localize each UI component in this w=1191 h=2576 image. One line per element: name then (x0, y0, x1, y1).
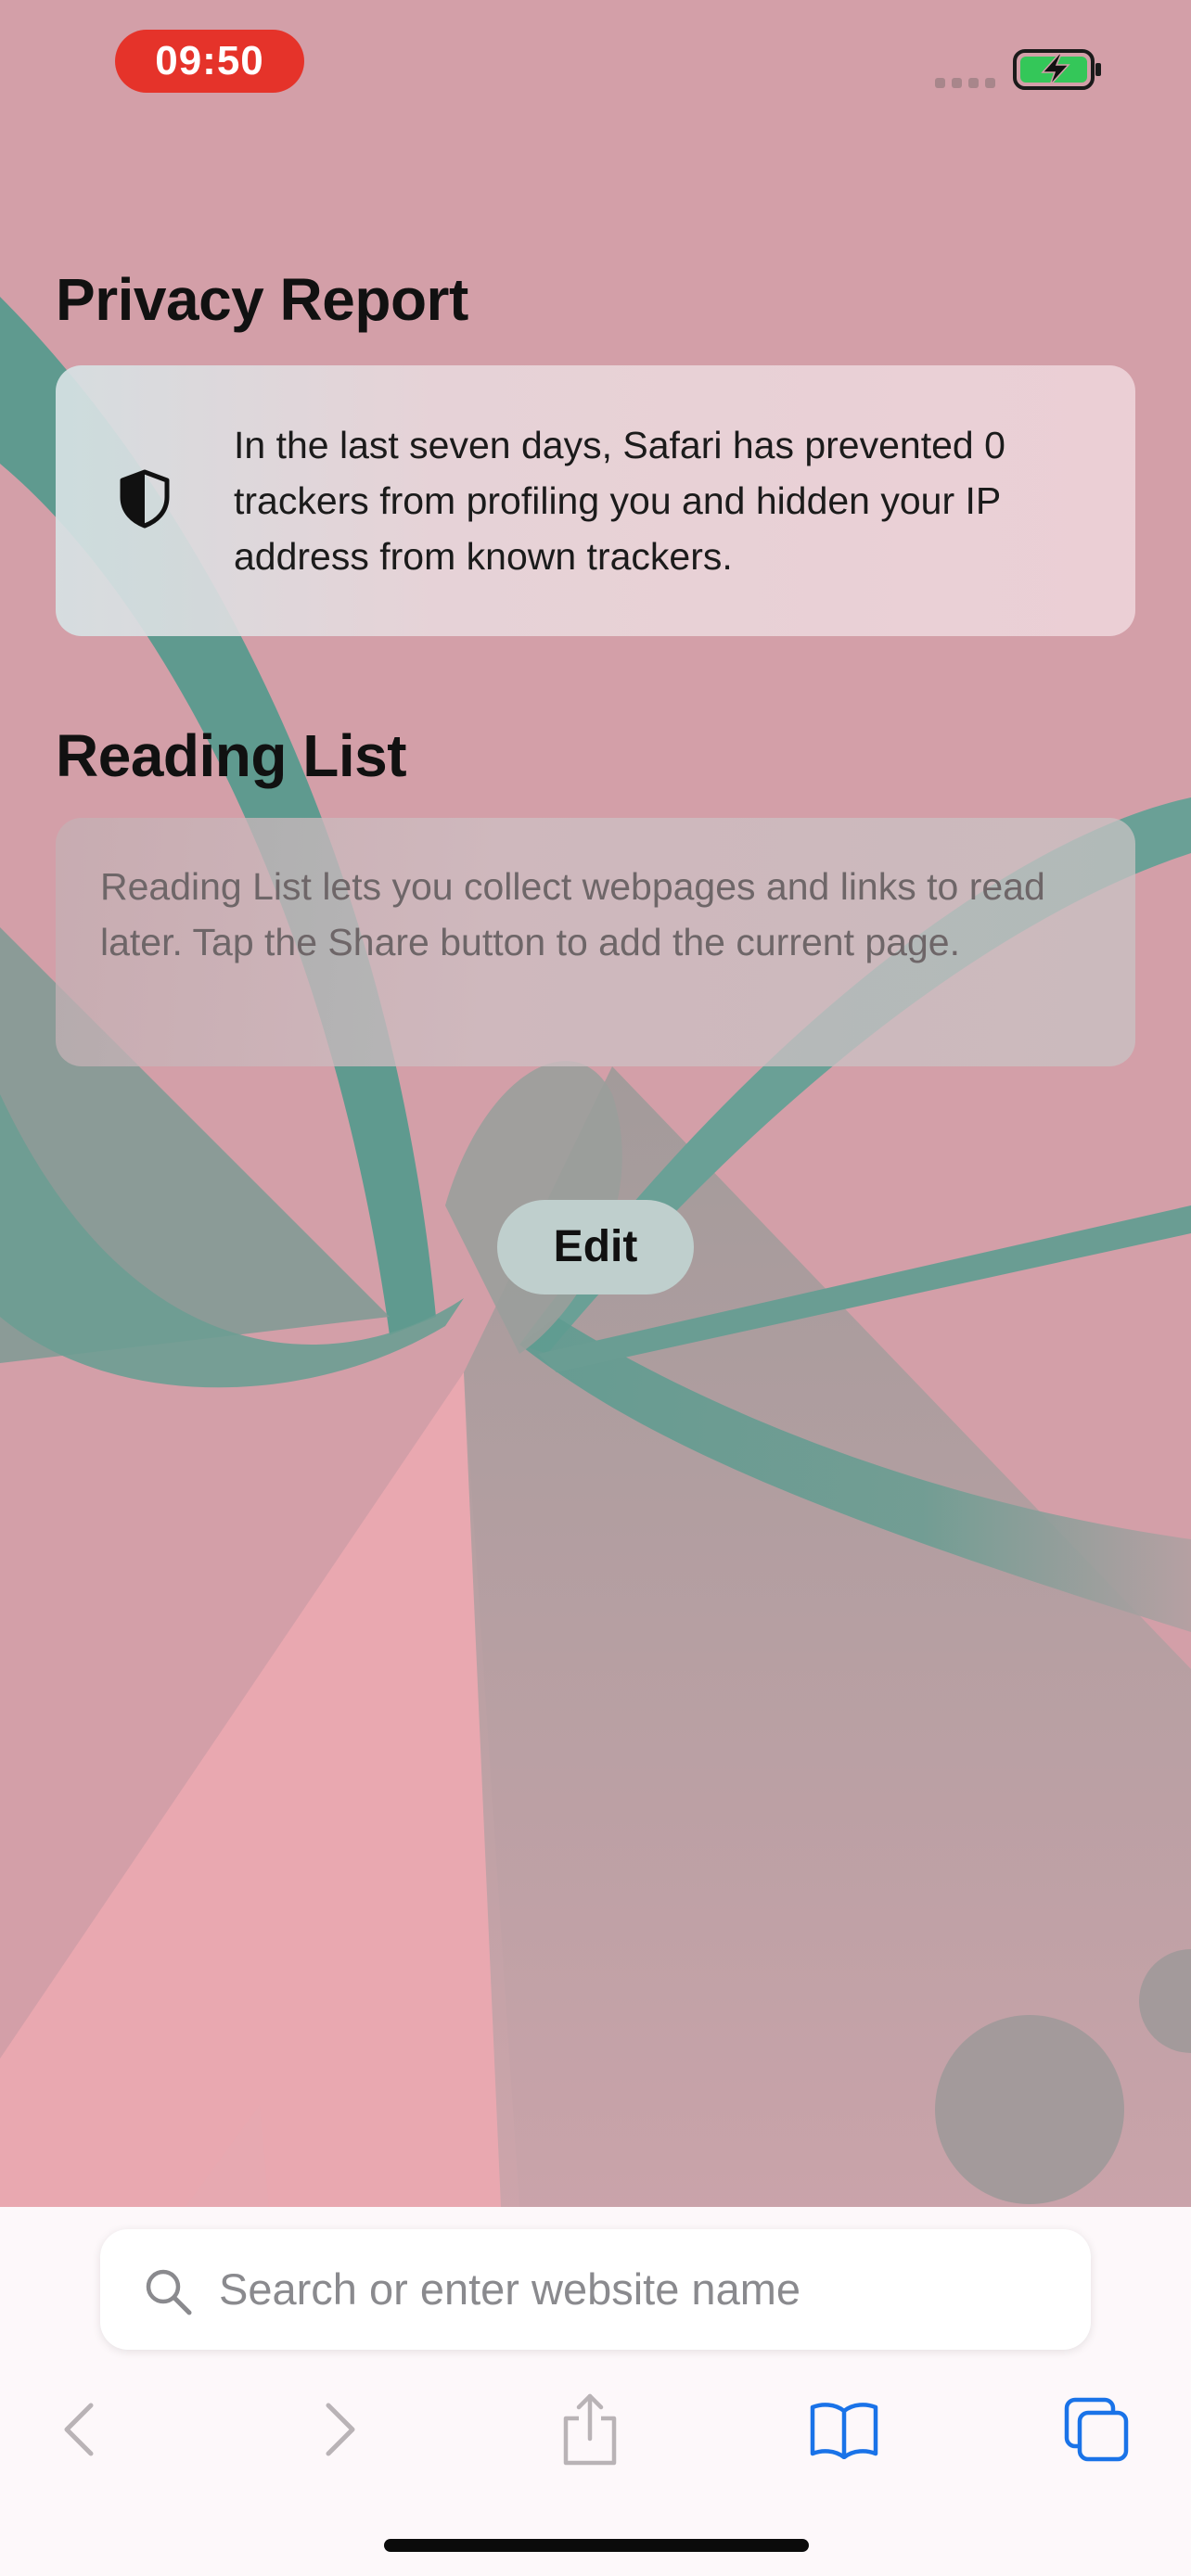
back-button[interactable] (24, 2374, 135, 2485)
signal-dots-icon (935, 78, 995, 88)
privacy-report-message: In the last seven days, Safari has preve… (234, 424, 1005, 578)
privacy-report-title: Privacy Report (56, 266, 468, 333)
back-icon (64, 2403, 94, 2456)
share-button[interactable] (534, 2374, 646, 2485)
edit-button[interactable]: Edit (497, 1200, 694, 1294)
reading-list-title: Reading List (56, 722, 407, 789)
forward-icon (326, 2403, 355, 2456)
home-indicator (384, 2539, 809, 2552)
bookmarks-icon (810, 2403, 878, 2459)
tabs-button[interactable] (1041, 2374, 1152, 2485)
privacy-report-card[interactable]: In the last seven days, Safari has preve… (56, 365, 1135, 636)
status-time: 09:50 (115, 30, 304, 93)
tabs-icon (1064, 2397, 1129, 2462)
bookmarks-button[interactable] (788, 2374, 900, 2485)
shield-icon (120, 469, 170, 529)
forward-button[interactable] (284, 2374, 395, 2485)
search-input[interactable]: Search or enter website name (100, 2229, 1091, 2350)
search-placeholder: Search or enter website name (219, 2264, 800, 2314)
reading-list-card: Reading List lets you collect webpages a… (56, 818, 1135, 1066)
bottom-toolbar: Search or enter website name (0, 2207, 1191, 2576)
battery-charging-icon (1013, 49, 1101, 90)
reading-list-message: Reading List lets you collect webpages a… (100, 865, 1045, 963)
search-icon (146, 2269, 192, 2315)
share-icon (563, 2393, 617, 2466)
